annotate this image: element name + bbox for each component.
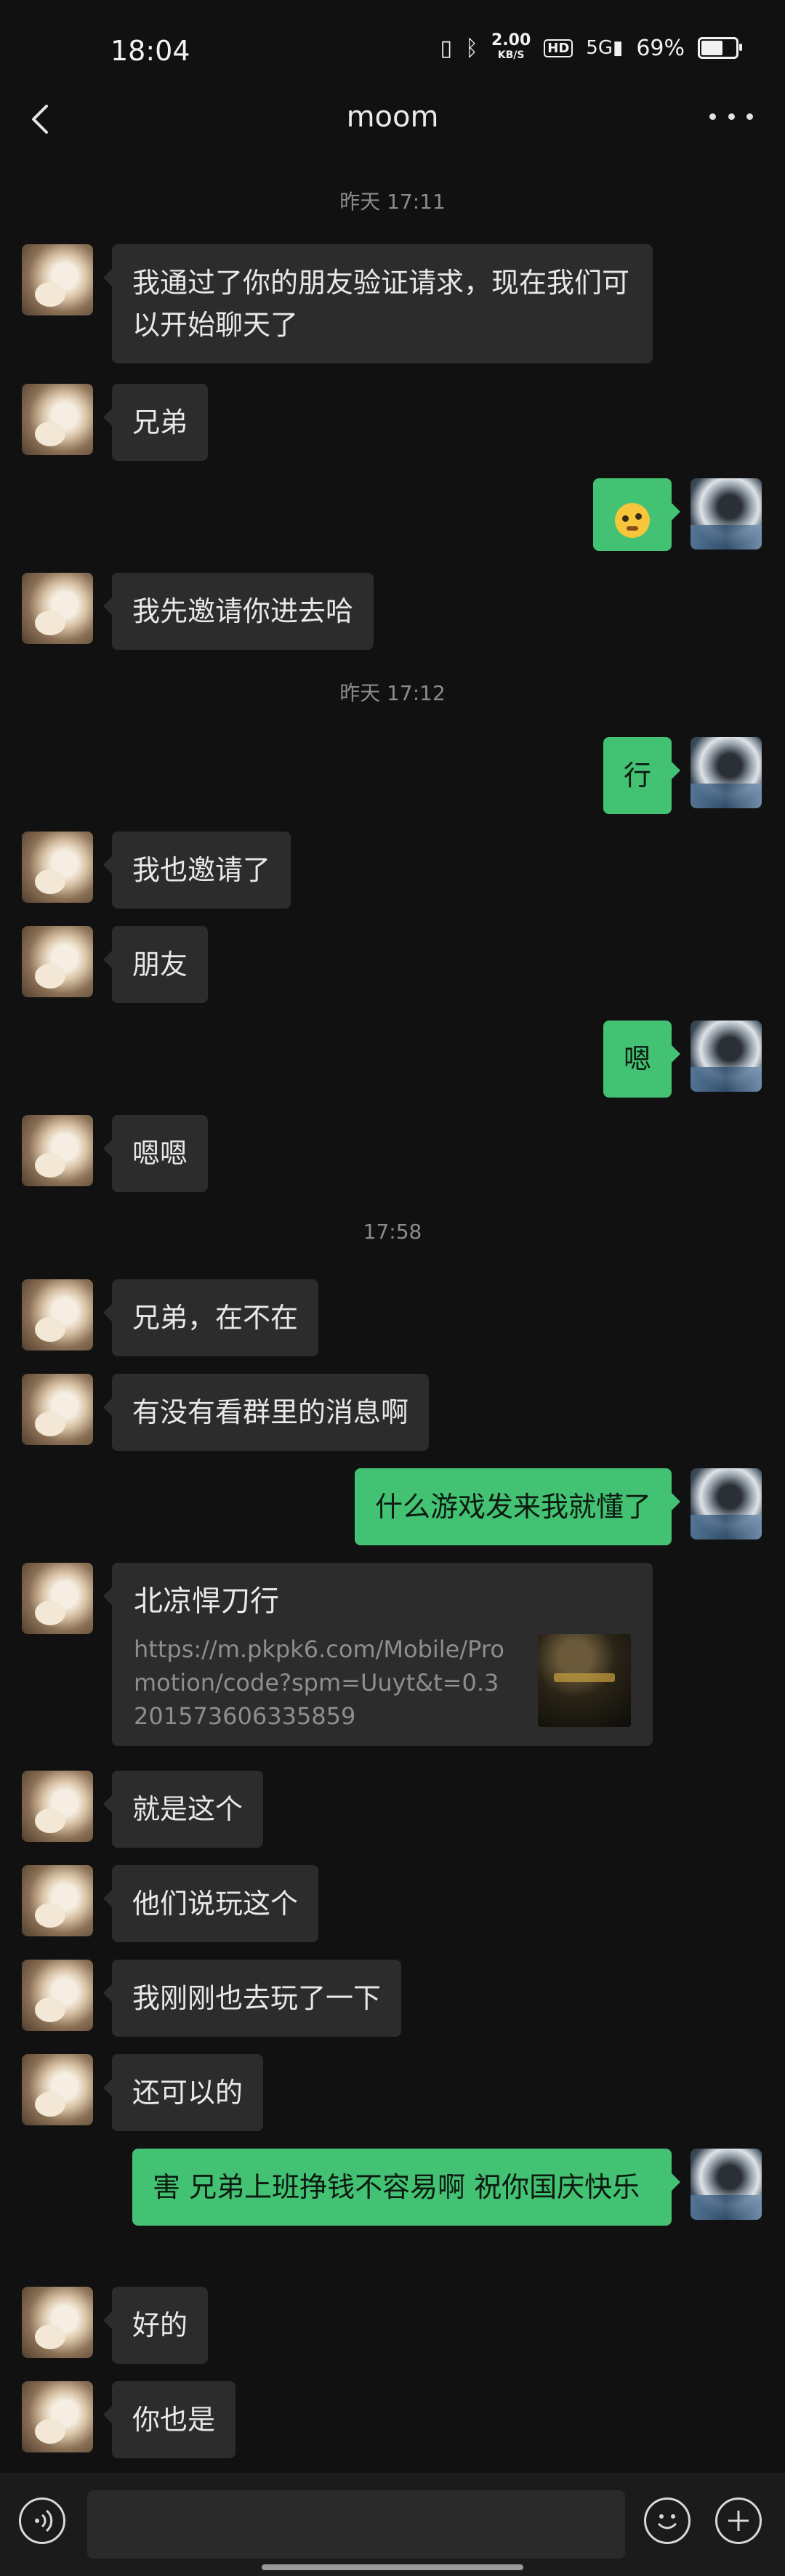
message-bubble-incoming[interactable]: 有没有看群里的消息啊	[102, 1374, 430, 1451]
message-bubble-incoming[interactable]: 我通过了你的朋友验证请求，现在我们可以开始聊天了	[103, 244, 653, 363]
my-avatar[interactable]	[691, 737, 762, 808]
friend-avatar[interactable]	[22, 1563, 93, 1634]
friend-avatar[interactable]	[22, 2381, 93, 2452]
vibrate-icon: ▯	[440, 35, 452, 61]
message-bubble-incoming[interactable]: 就是这个	[102, 1771, 264, 1848]
my-avatar[interactable]	[691, 478, 762, 550]
message-bubble-incoming[interactable]: 我刚刚也去玩了一下	[102, 1960, 402, 2037]
friend-avatar[interactable]	[22, 573, 93, 644]
message-bubble-incoming[interactable]: 我也邀请了	[102, 832, 291, 909]
message-bubble-outgoing[interactable]: 什么游戏发来我就懂了	[354, 1468, 681, 1545]
message-bubble-incoming[interactable]: 还可以的	[102, 2054, 264, 2131]
message-bubble-incoming[interactable]: 好的	[102, 2287, 209, 2364]
message-bubble-outgoing[interactable]: 嗯	[603, 1021, 681, 1098]
smiley-face-icon	[657, 2514, 677, 2529]
friend-avatar[interactable]	[22, 1771, 93, 1842]
message-input[interactable]	[87, 2490, 625, 2559]
message-bubble-incoming[interactable]: 朋友	[102, 926, 209, 1003]
voice-wave-icon	[35, 2509, 53, 2532]
link-card-url: https://m.pkpk6.com/Mobile/Promotion/cod…	[134, 1635, 504, 1730]
network-speed: 2.00 KB/S	[491, 31, 531, 62]
timestamp: 昨天 17:11	[339, 190, 446, 214]
friend-avatar[interactable]	[22, 384, 93, 455]
status-time: 18:04	[110, 35, 190, 67]
friend-avatar[interactable]	[22, 2287, 93, 2358]
message-bubble-outgoing[interactable]	[593, 478, 680, 551]
friend-avatar[interactable]	[22, 1374, 93, 1445]
link-card[interactable]: 北凉悍刀行 https://m.pkpk6.com/Mobile/Promoti…	[103, 1563, 653, 1746]
friend-avatar[interactable]	[22, 2054, 93, 2125]
signal-icon: 5G▮	[586, 37, 624, 59]
voice-input-icon[interactable]	[19, 2497, 65, 2544]
bluetooth-icon: ᛒ	[465, 35, 478, 61]
link-card-title: 北凉悍刀行	[134, 1585, 279, 1618]
input-bar	[0, 2473, 785, 2576]
battery-icon	[698, 37, 742, 59]
friend-avatar[interactable]	[22, 1865, 93, 1936]
my-avatar[interactable]	[691, 2149, 762, 2220]
friend-avatar[interactable]	[22, 1115, 93, 1186]
emoji-icon[interactable]	[644, 2497, 691, 2544]
thinking-face-icon	[615, 502, 650, 538]
status-bar: 18:04 ▯ ᛒ 2.00 KB/S HD 5G▮ 69%	[0, 0, 785, 102]
message-bubble-incoming[interactable]: 兄弟	[102, 384, 209, 461]
my-avatar[interactable]	[691, 1468, 762, 1539]
chat-header: moom	[0, 87, 785, 153]
friend-avatar[interactable]	[22, 244, 93, 315]
more-options-icon[interactable]	[709, 109, 753, 124]
friend-avatar[interactable]	[22, 832, 93, 903]
message-bubble-incoming[interactable]: 我先邀请你进去哈	[102, 573, 374, 650]
plus-icon[interactable]	[715, 2497, 762, 2544]
message-bubble-incoming[interactable]: 嗯嗯	[102, 1115, 209, 1192]
timestamp: 昨天 17:12	[339, 681, 446, 705]
timestamp: 17:58	[363, 1220, 422, 1244]
battery-percent: 69%	[636, 35, 685, 61]
status-icons: ▯ ᛒ 2.00 KB/S HD 5G▮ 69%	[440, 31, 742, 63]
friend-avatar[interactable]	[22, 926, 93, 997]
chat-title: moom	[346, 100, 439, 134]
add-icon	[728, 2511, 749, 2531]
message-bubble-incoming[interactable]: 你也是	[102, 2381, 236, 2458]
link-card-thumbnail	[538, 1634, 631, 1727]
home-indicator[interactable]	[262, 2564, 523, 2570]
message-bubble-incoming[interactable]: 他们说玩这个	[102, 1865, 319, 1942]
hd-icon: HD	[544, 39, 573, 57]
message-bubble-incoming[interactable]: 兄弟，在不在	[102, 1279, 319, 1356]
my-avatar[interactable]	[691, 1021, 762, 1092]
friend-avatar[interactable]	[22, 1960, 93, 2031]
message-bubble-outgoing[interactable]: 害 兄弟上班挣钱不容易啊 祝你国庆快乐	[132, 2149, 680, 2226]
message-bubble-outgoing[interactable]: 行	[603, 737, 681, 814]
friend-avatar[interactable]	[22, 1279, 93, 1351]
